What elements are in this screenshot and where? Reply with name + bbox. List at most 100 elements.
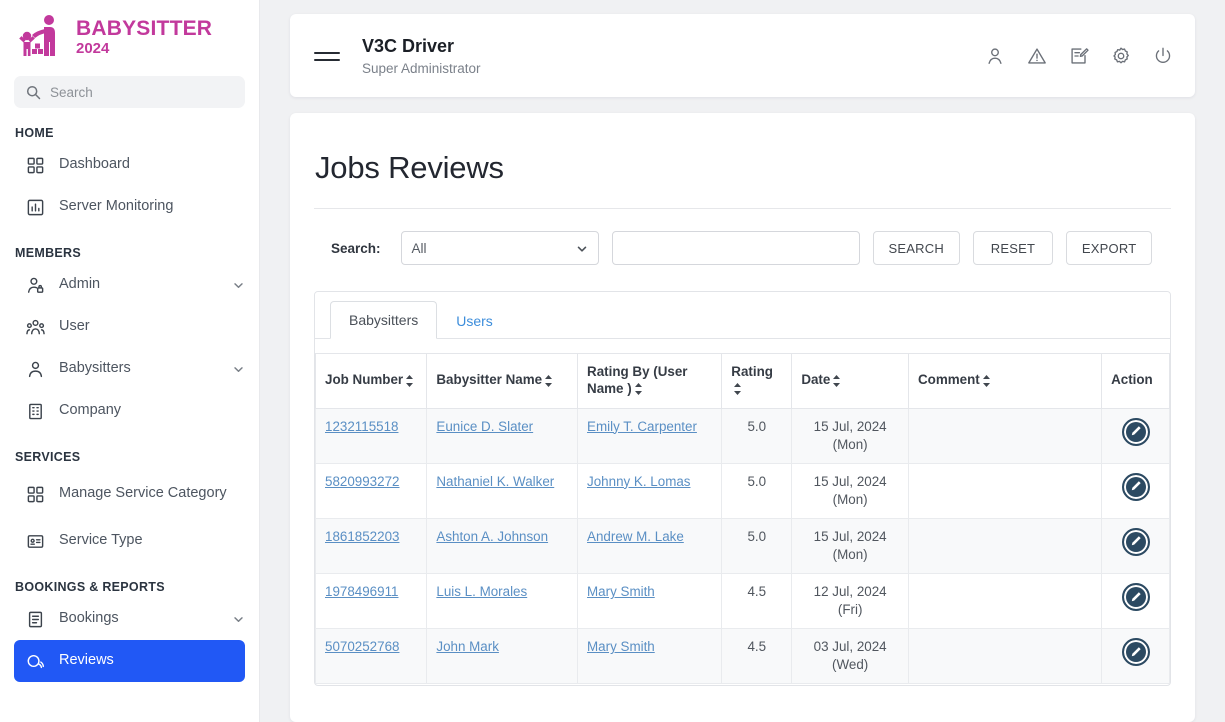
sidebar-search-input[interactable]: Search (14, 76, 245, 108)
cell-job-number-link[interactable]: 1861852203 (325, 529, 399, 544)
cell-job-number[interactable]: 1978496911 (315, 573, 428, 630)
sidebar-item-label: Service Type (59, 532, 143, 549)
cell-rating-by-link[interactable]: Johnny K. Lomas (587, 474, 690, 489)
cell-job-number-link[interactable]: 1978496911 (325, 584, 398, 599)
chevron-down-icon (234, 616, 243, 622)
col-comment-label: Comment (918, 372, 980, 388)
cell-rating-by[interactable]: Johnny K. Lomas (577, 462, 723, 519)
brand-logo[interactable]: BABYSITTER 2024 (0, 0, 259, 70)
grid-icon (26, 156, 45, 175)
reset-button[interactable]: RESET (972, 231, 1053, 265)
cell-comment (907, 628, 1103, 685)
profile-icon[interactable] (985, 46, 1005, 66)
edit-icon[interactable] (1121, 583, 1150, 612)
cell-job-number[interactable]: 5820993272 (315, 462, 428, 519)
cell-comment (907, 407, 1103, 464)
search-button[interactable]: SEARCH (872, 231, 960, 265)
sort-icon (545, 374, 553, 387)
sidebar-item-server-monitoring[interactable]: Server Monitoring (0, 186, 259, 228)
search-category-select[interactable]: All (400, 231, 599, 265)
cell-rating-by[interactable]: Mary Smith (577, 628, 723, 685)
col-babysitter-name[interactable]: Babysitter Name (426, 353, 579, 409)
sidebar-item-bookings[interactable]: Bookings (0, 598, 259, 640)
col-rating[interactable]: Rating (721, 353, 793, 409)
sidebar-item-admin[interactable]: Admin (0, 264, 259, 306)
cell-babysitter-name-link[interactable]: Luis L. Morales (436, 584, 527, 599)
cell-babysitter-name-link[interactable]: John Mark (436, 639, 499, 654)
sidebar-section-header: HOME (15, 126, 54, 140)
sidebar-item-babysitters[interactable]: Babysitters (0, 348, 259, 390)
content-card: Jobs Reviews Search: All SEARCH RESET EX… (290, 113, 1195, 722)
sidebar-item-label: Babysitters (59, 360, 131, 377)
cell-rating-by-link[interactable]: Emily T. Carpenter (587, 419, 697, 434)
cell-babysitter-name[interactable]: Eunice D. Slater (426, 407, 579, 464)
card-icon (26, 532, 45, 551)
edit-icon[interactable] (1121, 472, 1150, 501)
cell-job-number[interactable]: 1861852203 (315, 517, 428, 575)
cell-rating-by[interactable]: Mary Smith (577, 573, 723, 630)
user-lock-icon (26, 276, 45, 295)
table-row: 5070252768 John Mark Mary Smith 4.5 03 Jul, … (315, 628, 1170, 685)
hamburger-icon[interactable] (314, 47, 340, 65)
sidebar-item-reviews[interactable]: Reviews (14, 640, 245, 682)
cell-babysitter-name-link[interactable]: Nathaniel K. Walker (436, 474, 554, 489)
col-rating-by[interactable]: Rating By (User Name ) (577, 353, 723, 409)
tab-babysitters[interactable]: Babysitters (330, 301, 438, 339)
sidebar-section-header: MEMBERS (15, 246, 81, 260)
power-icon[interactable] (1153, 46, 1173, 66)
cell-babysitter-name[interactable]: Luis L. Morales (426, 573, 579, 630)
pencil-icon (1131, 426, 1141, 436)
cell-rating-by-link[interactable]: Mary Smith (587, 639, 655, 654)
cell-action (1101, 628, 1170, 685)
edit-icon[interactable] (1121, 527, 1150, 556)
col-job-number[interactable]: Job Number (315, 353, 428, 409)
list-document-icon (26, 610, 45, 629)
cell-rating-by-link[interactable]: Andrew M. Lake (587, 529, 684, 544)
cell-job-number-link[interactable]: 1232115518 (325, 419, 398, 434)
tab-users[interactable]: Users (437, 301, 512, 339)
sidebar-expand-toggle[interactable] (232, 363, 245, 376)
edit-document-icon[interactable] (1069, 46, 1089, 66)
search-input[interactable] (611, 231, 860, 265)
cell-babysitter-name-link[interactable]: Ashton A. Johnson (436, 529, 548, 544)
sidebar: BABYSITTER 2024 Search HOME Dashboard Serv… (0, 0, 260, 722)
sidebar-expand-toggle[interactable] (232, 279, 245, 292)
cell-date: 15 Jul, 2024 (Mon) (791, 462, 909, 519)
cell-rating-by-link[interactable]: Mary Smith (587, 584, 655, 599)
alert-triangle-icon[interactable] (1027, 46, 1047, 66)
cell-job-number-link[interactable]: 5070252768 (325, 639, 399, 654)
table-header-row: Job Number Babysitter Name Rating By (Us… (315, 353, 1170, 409)
cell-job-number[interactable]: 1232115518 (315, 407, 428, 464)
topbar-titles: V3C Driver Super Administrator (362, 35, 985, 76)
sort-icon (734, 383, 742, 396)
topbar: V3C Driver Super Administrator (290, 14, 1195, 97)
cell-babysitter-name-link[interactable]: Eunice D. Slater (436, 419, 533, 434)
sidebar-item-dashboard[interactable]: Dashboard (0, 144, 259, 186)
cell-job-number[interactable]: 5070252768 (315, 628, 428, 685)
cell-rating-by[interactable]: Emily T. Carpenter (577, 407, 723, 464)
edit-icon[interactable] (1121, 638, 1150, 667)
sidebar-item-user[interactable]: User (0, 306, 259, 348)
col-date[interactable]: Date (791, 353, 909, 409)
topbar-icons (985, 46, 1173, 66)
col-comment[interactable]: Comment (907, 353, 1103, 409)
sidebar-item-company[interactable]: Company (0, 390, 259, 432)
cell-job-number-link[interactable]: 5820993272 (325, 474, 399, 489)
cell-rating-by[interactable]: Andrew M. Lake (577, 517, 723, 575)
cell-rating: 5.0 (721, 462, 793, 519)
search-icon (26, 85, 41, 99)
sidebar-item-service-type[interactable]: Service Type (0, 520, 259, 562)
cell-babysitter-name[interactable]: Ashton A. Johnson (426, 517, 579, 575)
building-icon (26, 402, 45, 421)
sidebar-item-manage-service-category[interactable]: Manage Service Category (0, 468, 259, 520)
export-button[interactable]: EXPORT (1065, 231, 1153, 265)
cell-babysitter-name[interactable]: Nathaniel K. Walker (426, 462, 579, 519)
gear-icon[interactable] (1111, 46, 1131, 66)
table-row: 1232115518 Eunice D. Slater Emily T. Carpe… (315, 407, 1170, 464)
search-label: Search: (331, 240, 381, 256)
cell-babysitter-name[interactable]: John Mark (426, 628, 579, 685)
table-head: Job Number Babysitter Name Rating By (Us… (315, 353, 1170, 409)
sidebar-expand-toggle[interactable] (232, 613, 245, 626)
pencil-icon (1131, 647, 1141, 656)
edit-icon[interactable] (1121, 417, 1150, 446)
